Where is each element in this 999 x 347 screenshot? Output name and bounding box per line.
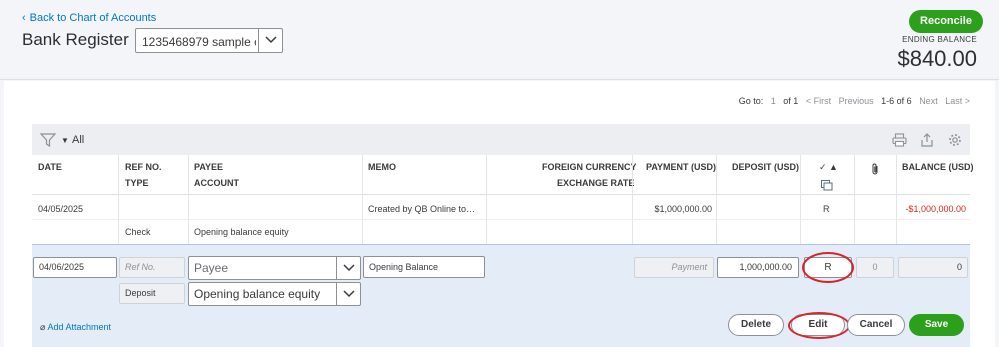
ending-balance-value: $840.00 [897,46,977,71]
account-select-toggle[interactable] [258,29,282,52]
col-type[interactable]: TYPE [125,178,149,188]
chevron-left-icon: ‹ [22,12,26,24]
filter-icon[interactable] [40,133,56,147]
row-memo: Created by QB Online to… [368,204,476,214]
gear-icon[interactable] [948,133,962,147]
export-icon[interactable] [920,133,934,147]
page-count: of 1 [783,96,799,106]
row-divider [32,219,970,220]
row-account: Opening balance equity [194,227,289,237]
transaction-type-field: Deposit [119,283,185,304]
row-balance: -$1,000,000.00 [905,204,966,214]
deposit-input[interactable]: 1,000,000.00 [717,257,799,278]
account-select-value: Opening balance equity [194,287,321,301]
back-to-chart-of-accounts-link[interactable]: ‹ Back to Chart of Accounts [22,12,156,24]
col-payment[interactable]: PAYMENT (USD) [646,162,716,172]
page-title: Bank Register [22,30,129,49]
col-reconcile-status[interactable]: ✓ ▲ [819,162,838,173]
col-balance[interactable]: BALANCE (USD) [902,162,974,172]
add-attachment-link[interactable]: ⌀ Add Attachment [40,322,111,333]
save-button[interactable]: Save [909,314,964,336]
col-account[interactable]: ACCOUNT [194,178,239,188]
column-header-row: DATE REF NO. TYPE PAYEE ACCOUNT MEMO FOR… [32,155,974,195]
grid-toolbar: ▼ All [32,124,970,155]
col-ref-no[interactable]: REF NO. [125,162,162,172]
chevron-down-icon [343,264,355,272]
col-payee[interactable]: PAYEE [194,162,223,172]
payment-input[interactable]: Payment [634,257,714,278]
first-page-link[interactable]: < First [806,96,831,106]
date-input[interactable]: 04/06/2025 [33,257,117,278]
row-payment: $1,000,000.00 [654,204,712,214]
account-select-toggle[interactable] [336,283,360,305]
col-foreign-currency[interactable]: FOREIGN CURRENCY [542,162,637,172]
ending-balance-label: ENDING BALANCE [902,35,977,44]
print-icon[interactable] [892,133,907,147]
delete-button[interactable]: Delete [728,314,784,336]
goto-label: Go to: [738,96,764,106]
pagination: Go to: 1 of 1 < First Previous 1-6 of 6 … [0,96,970,110]
annotation-circle-status [802,252,854,283]
paperclip-icon[interactable] [871,163,879,175]
chevron-down-icon [343,290,355,298]
payee-select-toggle[interactable] [336,257,360,279]
table-row[interactable]: 04/05/2025 Check Opening balance equity … [32,196,970,244]
row-type: Check [125,227,151,237]
register-grid: ▼ All DATE REF NO. TYPE PAYEE ACCOUNT ME… [32,124,974,347]
reconcile-button[interactable]: Reconcile [909,10,983,33]
copy-icon[interactable] [821,180,833,191]
next-page-link[interactable]: Next [919,96,938,106]
ref-no-input[interactable]: Ref No. [119,257,185,278]
col-memo[interactable]: MEMO [368,162,396,172]
col-deposit[interactable]: DEPOSIT (USD) [732,162,799,172]
add-attachment-label: Add Attachment [47,322,111,332]
balance-field: 0 [898,257,968,278]
last-page-link[interactable]: Last > [945,96,970,106]
payee-placeholder: Payee [194,261,229,275]
memo-input[interactable]: Opening Balance [363,256,485,278]
row-date: 04/05/2025 [38,204,84,214]
previous-page-link[interactable]: Previous [839,96,874,106]
account-select-value: 1235468979 sample co [142,35,256,49]
chevron-down-icon [265,36,277,44]
col-date[interactable]: DATE [38,162,62,172]
page-range: 1-6 of 6 [881,96,912,106]
edit-transaction-area: 04/06/2025 Ref No. Payee Opening Balance… [32,244,970,347]
attachment-count: 0 [856,257,894,278]
col-exchange-rate[interactable]: EXCHANGE RATE [557,178,634,188]
account-select[interactable]: 1235468979 sample co [135,28,283,53]
back-link-label: Back to Chart of Accounts [29,12,157,24]
filter-label[interactable]: All [72,134,84,146]
row-reconcile-status: R [823,204,830,214]
annotation-circle-edit [788,312,850,339]
page-number-input[interactable]: 1 [771,96,776,106]
payee-select[interactable]: Payee [188,256,361,280]
cancel-button[interactable]: Cancel [847,314,905,336]
paperclip-icon: ⌀ [40,322,46,332]
filter-caret-icon[interactable]: ▼ [61,136,69,145]
account-select-row[interactable]: Opening balance equity [188,282,361,306]
page-header: ‹ Back to Chart of Accounts Bank Register… [0,0,999,80]
